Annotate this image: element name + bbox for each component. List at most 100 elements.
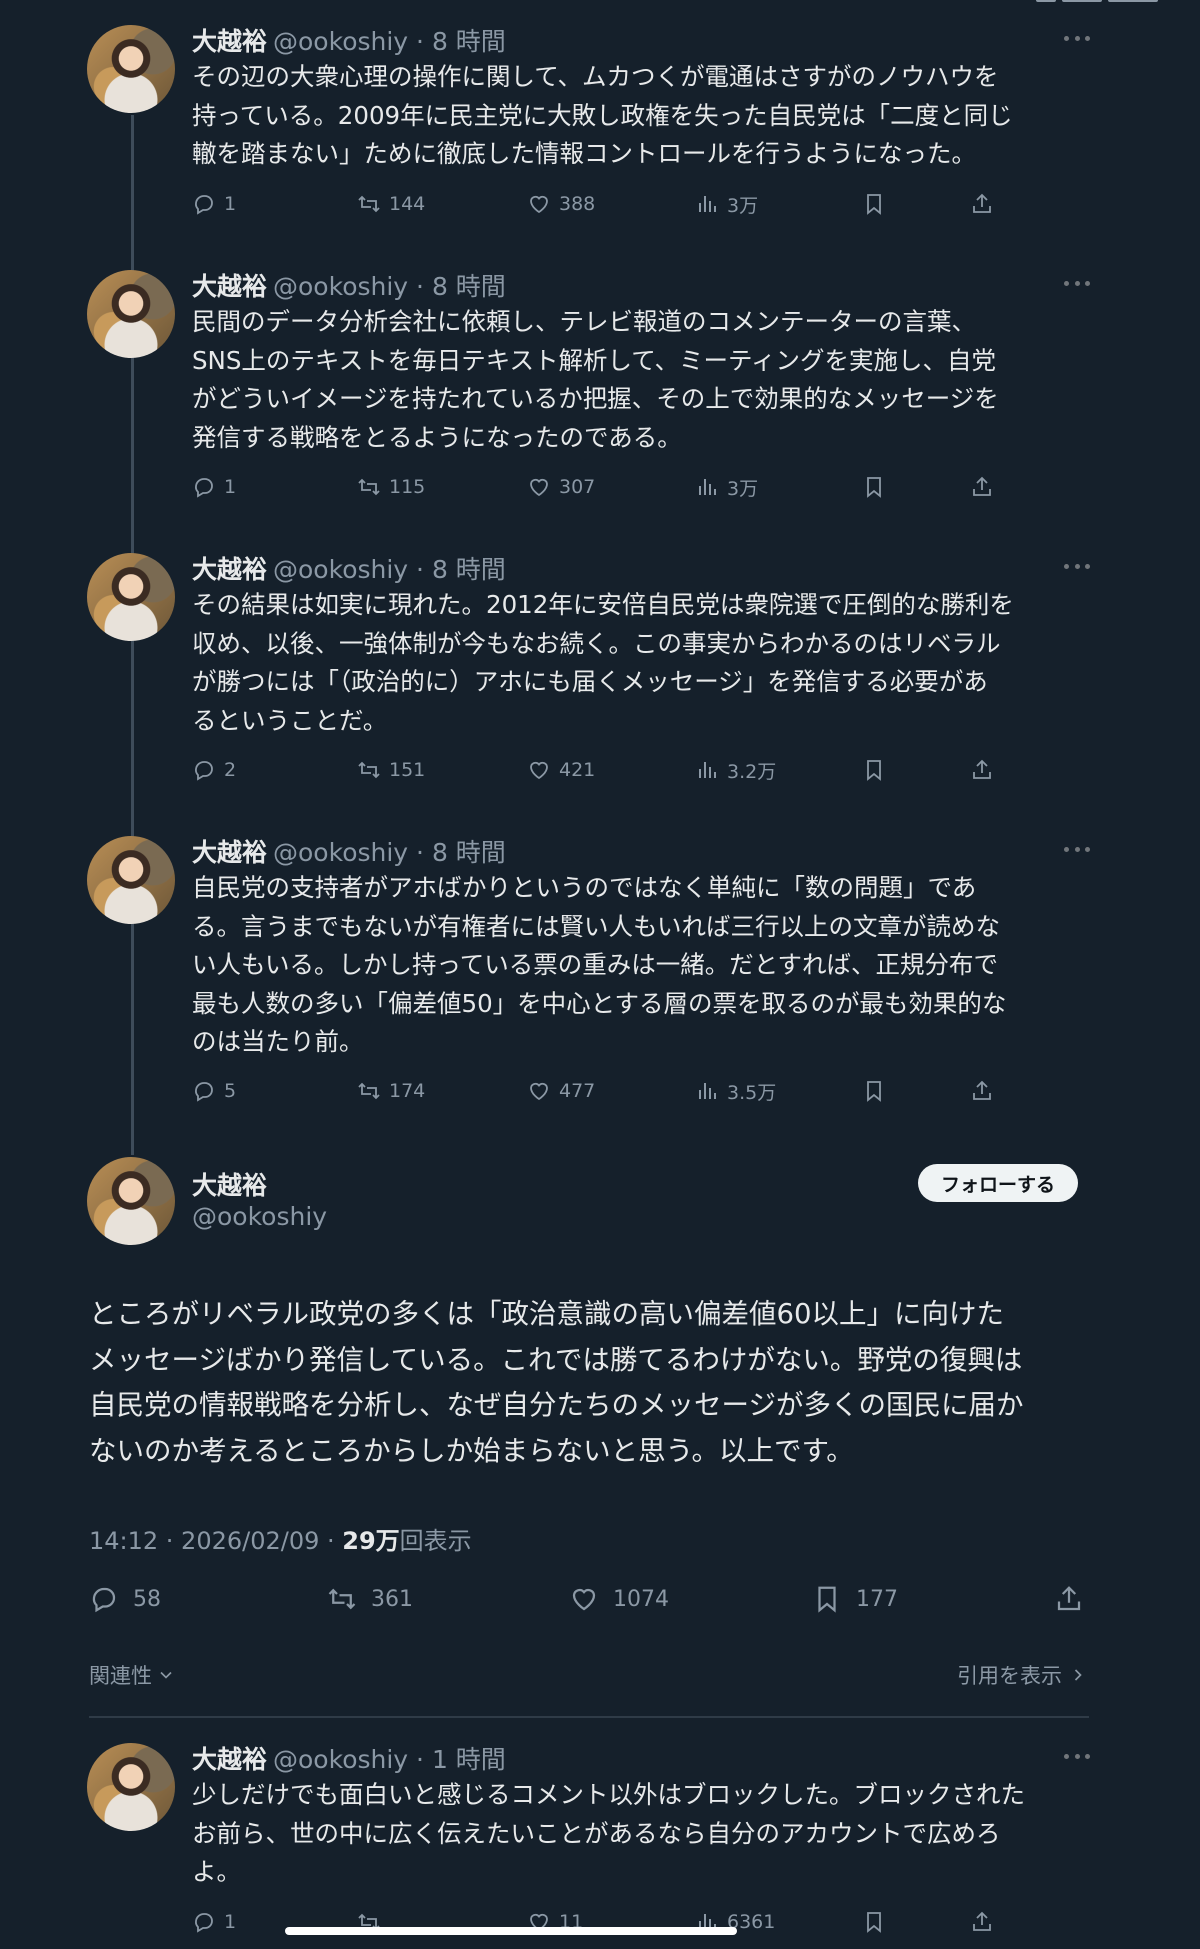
status-icons bbox=[1030, 0, 1170, 6]
reply-button[interactable]: 2 bbox=[192, 755, 236, 785]
share-button[interactable] bbox=[970, 472, 1002, 502]
avatar[interactable] bbox=[87, 553, 175, 641]
bookmark-icon bbox=[867, 760, 881, 781]
retweet-icon bbox=[358, 478, 380, 496]
share-button[interactable] bbox=[970, 189, 1002, 219]
chevron-right-icon bbox=[1074, 1669, 1082, 1681]
retweet-button[interactable]: 151 bbox=[357, 755, 425, 785]
share-button[interactable] bbox=[970, 1907, 1002, 1937]
tweet-text-line: よ。 bbox=[192, 1857, 241, 1886]
handle-time[interactable]: @ookoshiy · 1 時間 bbox=[273, 1745, 506, 1774]
share-button[interactable] bbox=[1054, 1581, 1098, 1617]
like-button[interactable]: 1074 bbox=[569, 1581, 669, 1617]
tweet-text-line: る。言うまでもないが有権者には賢い人もいれば三行以上の文章が読めな bbox=[192, 911, 1001, 941]
retweet-icon bbox=[358, 1082, 380, 1100]
status-bar bbox=[0, 0, 1200, 8]
tweet-text: 民間のデータ分析会社に依頼し、テレビ報道のコメンテーターの言葉、 SNS上のテキ… bbox=[192, 303, 1092, 457]
retweet-icon bbox=[328, 1588, 356, 1610]
bookmark-icon bbox=[867, 477, 881, 498]
tweet-text-line: 最も人数の多い「偏差値50」を中心とする層の票を取るのが最も効果的な bbox=[192, 988, 1007, 1018]
more-icon[interactable] bbox=[1064, 34, 1090, 42]
bookmark-button[interactable] bbox=[862, 755, 894, 785]
views-button[interactable]: 3.2万 bbox=[695, 755, 776, 785]
share-button[interactable] bbox=[970, 1076, 1002, 1106]
main-tweet-actions: 58 361 1074 177 bbox=[89, 1581, 1099, 1617]
main-tweet-line: ないのか考えるところからしか始まらないと思う。以上です。 bbox=[89, 1434, 854, 1467]
display-name[interactable]: 大越裕 bbox=[192, 1745, 267, 1774]
share-button[interactable] bbox=[970, 755, 1002, 785]
handle-time[interactable]: @ookoshiy · 8 時間 bbox=[273, 838, 506, 867]
reply-count: 1 bbox=[224, 1911, 237, 1933]
avatar[interactable] bbox=[87, 836, 175, 924]
main-handle[interactable]: @ookoshiy bbox=[192, 1202, 327, 1231]
tweet-text-line: その辺の大衆心理の操作に関して、ムカつくが電通はさすがのノウハウを bbox=[192, 62, 999, 91]
views-count: 3万 bbox=[727, 194, 759, 217]
views-button[interactable]: 3万 bbox=[695, 472, 758, 502]
like-icon bbox=[530, 761, 548, 780]
bookmark-count: 177 bbox=[856, 1586, 898, 1612]
more-icon[interactable] bbox=[1064, 1752, 1090, 1760]
reply-count: 1 bbox=[224, 476, 237, 498]
more-icon[interactable] bbox=[1064, 279, 1090, 287]
like-icon bbox=[572, 1588, 596, 1611]
share-icon bbox=[973, 193, 991, 213]
avatar[interactable] bbox=[87, 25, 175, 113]
view-quotes-link[interactable]: 引用を表示 bbox=[957, 1660, 1088, 1690]
views-button[interactable]: 3.5万 bbox=[695, 1076, 776, 1106]
retweet-button[interactable]: 115 bbox=[357, 472, 425, 502]
like-button[interactable]: 477 bbox=[527, 1076, 595, 1106]
handle-time[interactable]: @ookoshiy · 8 時間 bbox=[273, 27, 506, 56]
display-name[interactable]: 大越裕 bbox=[192, 555, 267, 584]
timestamp-text[interactable]: 14:12 · 2026/02/09 · bbox=[89, 1527, 342, 1555]
handle-time[interactable]: @ookoshiy · 8 時間 bbox=[273, 555, 506, 584]
display-name[interactable]: 大越裕 bbox=[192, 27, 267, 56]
tweet-text-line: るということだ。 bbox=[192, 705, 388, 735]
display-name[interactable]: 大越裕 bbox=[192, 272, 267, 301]
handle-time[interactable]: @ookoshiy · 8 時間 bbox=[273, 272, 506, 301]
main-tweet-line: 自民党の情報戦略を分析し、なぜ自分たちのメッセージが多くの国民に届か bbox=[89, 1389, 1024, 1421]
bookmark-button[interactable] bbox=[862, 1907, 894, 1937]
main-display-name[interactable]: 大越裕 bbox=[192, 1166, 267, 1202]
like-button[interactable]: 307 bbox=[527, 472, 595, 502]
views-icon bbox=[699, 762, 716, 778]
retweet-button[interactable]: 361 bbox=[327, 1581, 413, 1617]
bookmark-icon bbox=[867, 1912, 881, 1933]
more-icon[interactable] bbox=[1064, 845, 1090, 853]
tweet-text-line: 轍を踏まない」ために徹底した情報コントロールを行うようになった。 bbox=[192, 139, 976, 168]
more-icon[interactable] bbox=[1064, 562, 1090, 570]
views-label: 回表示 bbox=[399, 1527, 472, 1555]
tweet-text-line: 自民党の支持者がアホばかりというのではなく単純に「数の問題」であ bbox=[192, 873, 977, 902]
follow-button[interactable]: フォローする bbox=[918, 1164, 1078, 1202]
bookmark-button[interactable] bbox=[862, 1076, 894, 1106]
sort-relevance-dropdown[interactable]: 関連性 bbox=[89, 1660, 176, 1690]
tweet-actions: 1 115 307 3万 bbox=[192, 472, 1012, 502]
avatar[interactable] bbox=[87, 1743, 175, 1831]
reply-button[interactable]: 1 bbox=[192, 189, 236, 219]
views-button[interactable]: 3万 bbox=[695, 189, 758, 219]
tweet-text-line: その結果は如実に現れた。2012年に安倍自民党は衆院選で圧倒的な勝利を bbox=[192, 590, 1014, 619]
like-button[interactable]: 421 bbox=[527, 755, 595, 785]
like-icon bbox=[530, 195, 548, 214]
tweet-text: 自民党の支持者がアホばかりというのではなく単純に「数の問題」であ る。言うまでも… bbox=[192, 869, 1092, 1062]
bookmark-button[interactable] bbox=[862, 189, 894, 219]
divider bbox=[89, 1716, 1089, 1718]
bookmark-button[interactable]: 177 bbox=[812, 1581, 898, 1617]
retweet-button[interactable]: 144 bbox=[357, 189, 425, 219]
retweet-button[interactable]: 174 bbox=[357, 1076, 425, 1106]
reply-button[interactable]: 58 bbox=[89, 1581, 161, 1617]
reply-button[interactable]: 1 bbox=[192, 1907, 236, 1937]
home-indicator[interactable] bbox=[285, 1927, 737, 1935]
share-icon bbox=[973, 1080, 991, 1100]
reply-button[interactable]: 5 bbox=[192, 1076, 236, 1106]
bookmark-button[interactable] bbox=[862, 472, 894, 502]
display-name[interactable]: 大越裕 bbox=[192, 838, 267, 867]
reply-button[interactable]: 1 bbox=[192, 472, 236, 502]
share-icon bbox=[973, 476, 991, 496]
like-count: 421 bbox=[559, 759, 596, 781]
main-avatar[interactable] bbox=[87, 1157, 175, 1245]
tweet-text: その結果は如実に現れた。2012年に安倍自民党は衆院選で圧倒的な勝利を 収め、以… bbox=[192, 586, 1092, 740]
avatar[interactable] bbox=[87, 270, 175, 358]
like-icon bbox=[530, 478, 548, 497]
tweet-actions: 1 144 388 3万 bbox=[192, 189, 1012, 219]
like-button[interactable]: 388 bbox=[527, 189, 595, 219]
